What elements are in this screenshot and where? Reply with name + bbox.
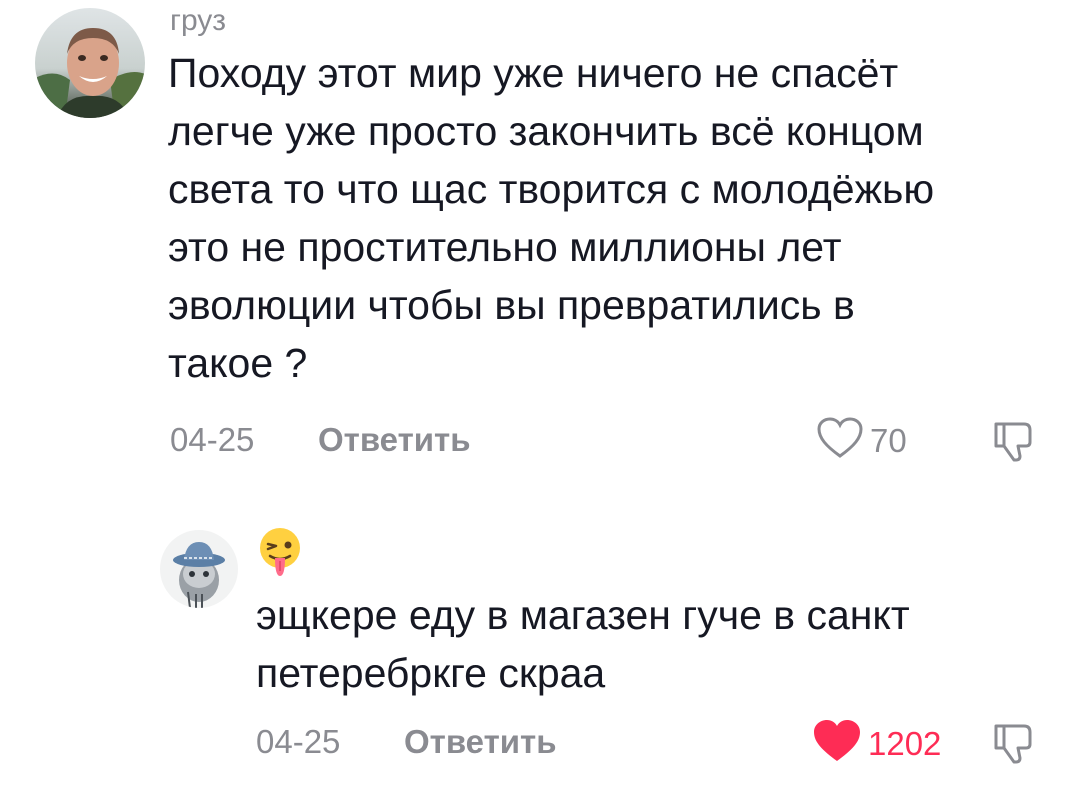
thumbs-down-icon xyxy=(990,724,1036,770)
username[interactable]: груз xyxy=(170,4,226,38)
comment-text: эщкере еду в магазен гуче в санкт петере… xyxy=(256,592,910,696)
avatar[interactable] xyxy=(35,8,145,118)
comment-date: 04-25 xyxy=(256,723,341,760)
dislike-button[interactable] xyxy=(990,418,1036,469)
comment-item: груз Походу этот мир уже ничего не спасё… xyxy=(0,0,1079,480)
reply-button[interactable]: Ответить xyxy=(404,722,557,762)
reply-item: эщкере еду в магазен гуче в санкт петере… xyxy=(0,510,1079,794)
like-count: 1202 xyxy=(868,724,942,762)
heart-filled-icon xyxy=(812,718,862,769)
thumbs-down-icon xyxy=(990,422,1036,468)
avatar[interactable] xyxy=(160,530,238,608)
like-button[interactable]: 70 xyxy=(816,416,907,465)
winking-tongue-emoji xyxy=(258,526,302,589)
comment-date: 04-25 xyxy=(170,421,255,458)
dislike-button[interactable] xyxy=(990,720,1036,771)
heart-outline-icon xyxy=(816,416,864,465)
comment-text: Походу этот мир уже ничего не спасёт лег… xyxy=(168,50,935,386)
like-button[interactable]: 1202 xyxy=(812,718,941,769)
like-count: 70 xyxy=(870,421,907,459)
reply-button[interactable]: Ответить xyxy=(318,420,471,460)
